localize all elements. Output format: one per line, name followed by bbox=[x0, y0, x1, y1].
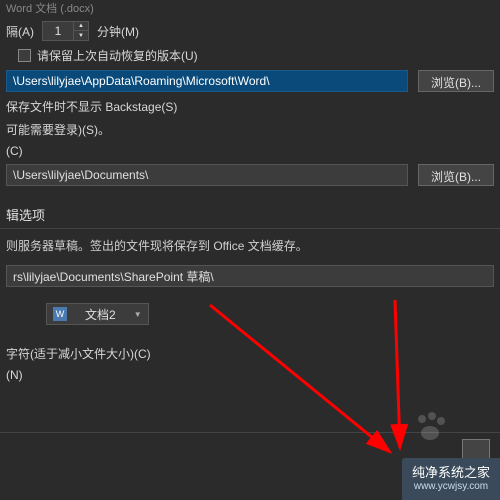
default-path-input[interactable] bbox=[6, 164, 408, 186]
no-backstage-label: 保存文件时不显示 Backstage(S) bbox=[6, 98, 177, 115]
dropdown-label: 文档2 bbox=[85, 306, 116, 323]
word-doc-icon: W bbox=[53, 307, 67, 321]
sharepoint-path-input[interactable] bbox=[6, 265, 494, 287]
server-drafts-text: 则服务器草稿。签出的文件现将保存到 Office 文档缓存。 bbox=[0, 229, 500, 262]
spinner-down[interactable]: ▼ bbox=[74, 31, 88, 40]
autorecover-path-input[interactable] bbox=[6, 70, 408, 92]
interval-label-right: 分钟(M) bbox=[97, 23, 139, 40]
spinner-up[interactable]: ▲ bbox=[74, 22, 88, 31]
location-c-label: (C) bbox=[6, 144, 23, 158]
keep-autorecover-label: 请保留上次自动恢复的版本(U) bbox=[37, 47, 198, 64]
option-n-label: (N) bbox=[6, 368, 23, 382]
reduce-size-label: 字符(适于减小文件大小)(C) bbox=[6, 345, 151, 362]
interval-label-left: 隔(A) bbox=[6, 23, 34, 40]
truncated-format-label: Word 文档 (.docx) bbox=[0, 0, 500, 18]
document-dropdown[interactable]: W 文档2 ▼ bbox=[46, 303, 149, 325]
browse-button-2[interactable]: 浏览(B)... bbox=[418, 164, 494, 186]
browse-button-1[interactable]: 浏览(B)... bbox=[418, 70, 494, 92]
interval-spinner[interactable]: 1 ▲ ▼ bbox=[42, 21, 89, 41]
watermark-url: www.ycwjsy.com bbox=[414, 481, 488, 493]
site-watermark: 纯净系统之家 www.ycwjsy.com bbox=[402, 458, 500, 500]
keep-autorecover-checkbox[interactable] bbox=[18, 49, 31, 62]
watermark-title: 纯净系统之家 bbox=[412, 465, 490, 481]
chevron-down-icon: ▼ bbox=[134, 310, 142, 319]
need-login-label: 可能需要登录)(S)。 bbox=[6, 121, 110, 138]
edit-options-header: 辑选项 bbox=[0, 201, 500, 229]
interval-value: 1 bbox=[43, 24, 73, 38]
